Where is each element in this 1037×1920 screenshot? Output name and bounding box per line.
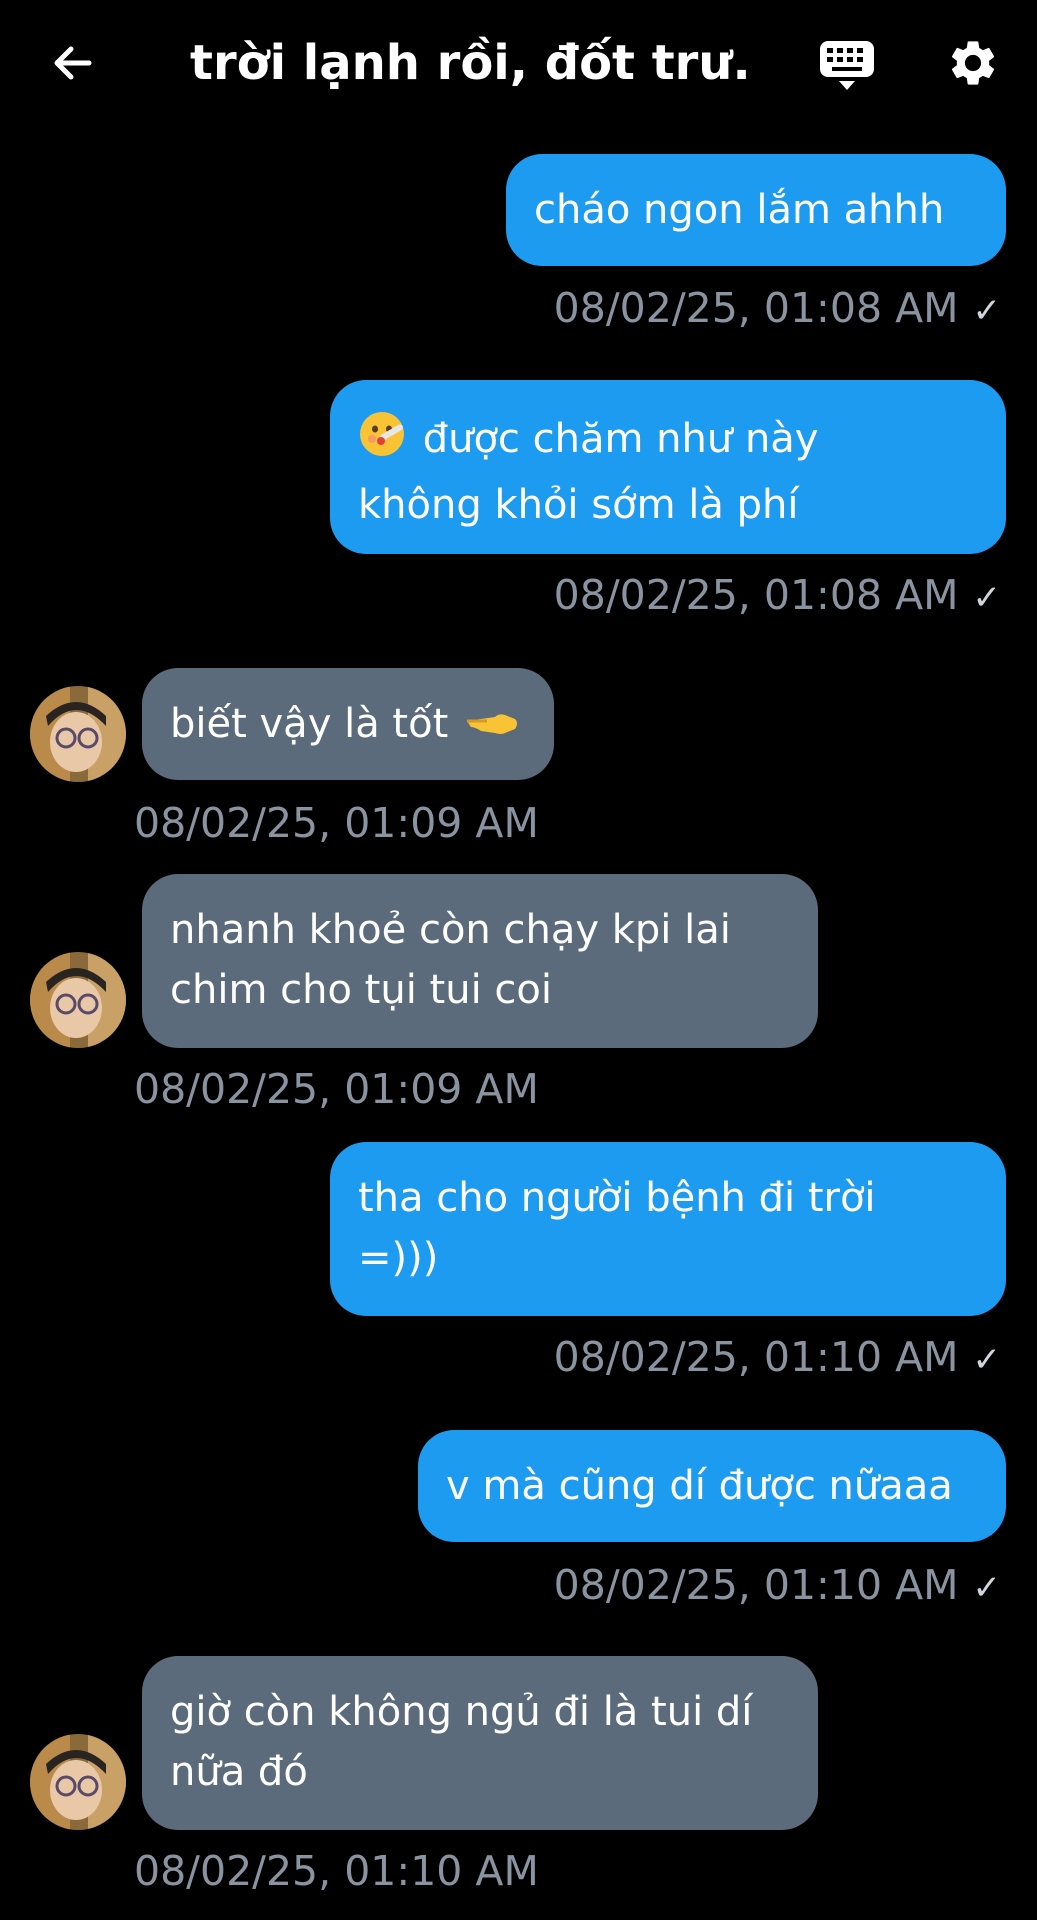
message-bubble-outgoing[interactable]: cháo ngon lắm ahhh	[506, 154, 1006, 266]
message-bubble-incoming[interactable]: nhanh khoẻ còn chạy kpi lai chim cho tụi…	[142, 874, 818, 1048]
avatar[interactable]	[30, 952, 126, 1048]
message-timestamp: 08/02/25, 01:09 AM	[134, 1065, 539, 1113]
backhand-index-pointing-left-icon	[461, 700, 521, 760]
message-text: cháo ngon lắm ahhh	[534, 187, 945, 233]
face-with-thermometer-icon	[358, 406, 410, 475]
message-bubble-incoming[interactable]: biết vậy là tốt	[142, 668, 554, 780]
read-check-icon: ✓	[972, 578, 1002, 618]
settings-button[interactable]	[940, 30, 1006, 96]
avatar[interactable]	[30, 686, 126, 782]
message-timestamp: 08/02/25, 01:08 AM ✓	[554, 570, 1001, 623]
message-text: biết vậy là tốt	[170, 701, 449, 747]
read-check-icon: ✓	[972, 1340, 1002, 1380]
read-check-icon: ✓	[972, 1568, 1002, 1608]
keyboard-icon	[820, 41, 874, 90]
read-check-icon: ✓	[972, 291, 1002, 331]
message-timestamp: 08/02/25, 01:08 AM ✓	[554, 283, 1001, 336]
chat-header: trời lạnh rồi, đốt trư...	[0, 0, 1037, 130]
message-text-line: không khỏi sớm là phí	[358, 482, 799, 528]
message-bubble-outgoing[interactable]: tha cho người bệnh đi trời =)))	[330, 1142, 1006, 1316]
message-text-line: nữa đó	[170, 1749, 308, 1795]
message-bubble-outgoing[interactable]: v mà cũng dí được nữaaa	[418, 1430, 1006, 1542]
message-bubble-incoming[interactable]: giờ còn không ngủ đi là tui dí nữa đó	[142, 1656, 818, 1830]
message-text: v mà cũng dí được nữaaa	[446, 1463, 953, 1509]
back-button[interactable]	[40, 30, 106, 96]
message-text-line: nhanh khoẻ còn chạy kpi lai	[170, 907, 731, 953]
message-timestamp: 08/02/25, 01:10 AM ✓	[554, 1332, 1001, 1385]
message-text-line: giờ còn không ngủ đi là tui dí	[170, 1689, 753, 1735]
message-text-line: =)))	[358, 1235, 439, 1281]
message-timestamp: 08/02/25, 01:10 AM ✓	[554, 1560, 1001, 1613]
message-text-line: được chăm như này	[422, 416, 819, 462]
keyboard-button[interactable]	[812, 30, 882, 100]
avatar[interactable]	[30, 1734, 126, 1830]
message-text-line: chim cho tụi tui coi	[170, 967, 552, 1013]
gear-icon	[951, 41, 995, 85]
message-timestamp: 08/02/25, 01:10 AM	[134, 1847, 539, 1895]
message-text-line: tha cho người bệnh đi trời	[358, 1175, 876, 1221]
message-bubble-outgoing[interactable]: được chăm như này không khỏi sớm là phí	[330, 380, 1006, 554]
conversation-title: trời lạnh rồi, đốt trư...	[190, 35, 750, 91]
back-arrow-icon	[54, 46, 92, 80]
message-timestamp: 08/02/25, 01:09 AM	[134, 799, 539, 847]
